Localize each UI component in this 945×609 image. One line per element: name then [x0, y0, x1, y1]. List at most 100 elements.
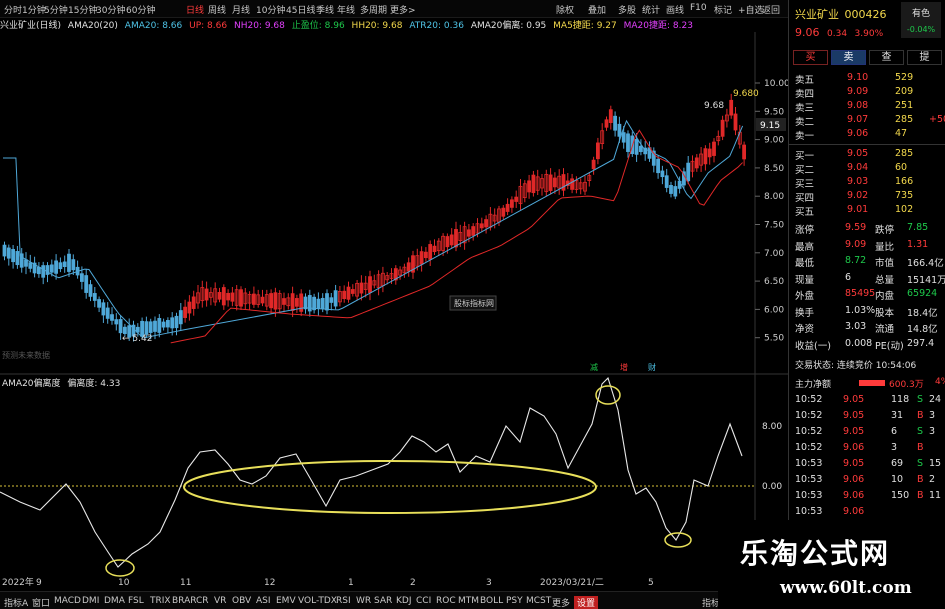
chart-area[interactable]: 10.009.509.008.508.007.507.006.506.005.5…	[0, 32, 788, 591]
indicator-tab[interactable]: RSI	[336, 596, 351, 606]
indicator-name-label[interactable]: AMA20偏离度	[2, 379, 61, 389]
toolbar-action[interactable]: 除权	[556, 3, 574, 16]
stat-row: 收益(一) 0.008 PE(动) 297.4	[795, 338, 942, 352]
indicator-tab[interactable]: MCST	[526, 596, 551, 606]
indicator-tab[interactable]: SAR	[374, 596, 392, 606]
price-tick: 8.00	[764, 192, 784, 202]
tick-row: 10:52 9.05 6 S 3	[795, 426, 942, 440]
period-tab[interactable]: 30分钟	[96, 3, 125, 16]
withdraw-button[interactable]: 提	[907, 50, 942, 65]
ask-row[interactable]: 卖五 9.10 529	[795, 72, 942, 86]
period-tab[interactable]: 45日线	[286, 3, 315, 16]
period-tab[interactable]: 15分钟	[68, 3, 97, 16]
indicator-tab[interactable]: 指标A	[4, 596, 28, 609]
bid-row[interactable]: 买二 9.04 60	[795, 162, 942, 176]
period-tab[interactable]: 周线	[208, 3, 226, 16]
indicator-tab[interactable]: BRAR	[172, 596, 196, 606]
stat-row: 现量 6 总量 15141万	[795, 272, 945, 286]
period-tab[interactable]: 1分钟	[22, 3, 46, 16]
indicator-tab[interactable]: DMI	[82, 596, 99, 606]
toolbar-action[interactable]: 画线	[666, 3, 684, 16]
period-tab[interactable]: 季线	[316, 3, 334, 16]
indicator-tab[interactable]: 更多	[552, 596, 570, 609]
stat-value: 166.4亿	[907, 258, 944, 269]
sector-badge[interactable]: 有色	[901, 6, 941, 19]
tick-price: 9.05	[843, 426, 865, 437]
indicator-tab[interactable]: CR	[196, 596, 209, 606]
indicator-tab[interactable]: VOL-TDX	[298, 596, 337, 606]
indicator-tab[interactable]: MTM	[458, 596, 479, 606]
stat-row: 换手 1.03% 股本 18.4亿	[795, 305, 942, 319]
level-label: 卖一	[795, 131, 815, 142]
price-tick: 7.50	[764, 221, 784, 231]
bid-row[interactable]: 买一 9.05 285	[795, 148, 942, 162]
stat-value: 1.03%	[845, 304, 876, 316]
toolbar-action[interactable]: 多股	[618, 3, 636, 16]
indicator-tab[interactable]: 窗口	[32, 596, 50, 609]
sell-button[interactable]: 卖	[831, 50, 866, 65]
period-tab[interactable]: 10分钟	[256, 3, 285, 16]
buy-button[interactable]: 买	[793, 50, 828, 65]
indicator-tab[interactable]: EMV	[276, 596, 296, 606]
tick-volume: 3	[891, 442, 898, 453]
stat-label: 净资	[795, 324, 815, 335]
indicator-tab[interactable]: OBV	[232, 596, 251, 606]
ask-row[interactable]: 卖二 9.07 285 +50	[795, 114, 945, 128]
bid-row[interactable]: 买三 9.03 166	[795, 176, 942, 190]
indicator-tab[interactable]: ASI	[256, 596, 271, 606]
period-tab[interactable]: 60分钟	[126, 3, 155, 16]
ask-row[interactable]: 卖三 9.08 251	[795, 100, 942, 114]
ask-row[interactable]: 卖一 9.06 47	[795, 128, 942, 142]
period-tab[interactable]: 多周期	[360, 3, 387, 16]
ask-row[interactable]: 卖四 9.09 209	[795, 86, 942, 100]
indicator-tab[interactable]: WR	[356, 596, 371, 606]
indicator-tab[interactable]: ROC	[436, 596, 456, 606]
tag-1: 减	[590, 362, 598, 372]
tick-list[interactable]: 10:52 9.05 118 S 24 10:52 9.05 31 B 3 10:52 9.05 6 S 3…	[789, 394, 945, 524]
x-tick: 11	[180, 578, 191, 588]
indicator-tab[interactable]: TRIX	[150, 596, 171, 606]
bid-row[interactable]: 买五 9.01 102	[795, 204, 942, 218]
level-label: 卖四	[795, 89, 815, 100]
future-note: 预测未来数据	[2, 350, 50, 360]
stat-label: 涨停	[795, 225, 815, 236]
indicator-tab[interactable]: BOLL	[480, 596, 503, 606]
stat-value: 9.59	[845, 222, 867, 233]
level-label: 卖二	[795, 117, 815, 128]
level-price: 9.04	[847, 162, 869, 173]
indicator-tab[interactable]: 设置	[574, 596, 599, 609]
period-tab[interactable]: 日线	[186, 3, 204, 16]
toolbar-action[interactable]: 叠加	[588, 3, 606, 16]
indicator-tab[interactable]: KDJ	[396, 596, 412, 606]
indicator-tab[interactable]: MACD	[54, 596, 81, 606]
query-button[interactable]: 查	[869, 50, 904, 65]
stat-label: 现量	[795, 274, 815, 286]
period-tab[interactable]: 分时	[4, 3, 22, 16]
flow-bar	[859, 380, 885, 386]
toolbar-action[interactable]: +自选	[738, 3, 764, 16]
stock-name: 兴业矿业	[795, 8, 839, 21]
indicator-tab[interactable]: VR	[214, 596, 226, 606]
period-tab[interactable]: 月线	[232, 3, 250, 16]
last-price: 9.06	[795, 26, 820, 39]
indicator-tab[interactable]: PSY	[506, 596, 523, 606]
toolbar-action[interactable]: F10	[690, 3, 707, 13]
bid-row[interactable]: 买四 9.02 735	[795, 190, 942, 204]
indicator-title: AMA20偏离度 偏离度: 4.33	[0, 376, 120, 389]
indicator-tab[interactable]: FSL	[128, 596, 144, 606]
level-volume: 47	[895, 128, 908, 139]
indicator-name[interactable]: AMA20(20)	[68, 21, 118, 31]
toolbar-action[interactable]: 标记	[714, 3, 732, 16]
indicator-tab[interactable]: CCI	[416, 596, 431, 606]
indicator-tab[interactable]: DMA	[104, 596, 125, 606]
toolbar-action[interactable]: 统计	[642, 3, 660, 16]
period-tab[interactable]: 5分钟	[44, 3, 68, 16]
toolbar-action[interactable]: 返回	[762, 3, 780, 16]
stats-table: 涨停 9.59 跌停 7.85 最高 9.09 量比 1.31 最低 8.72 市值 166.4亿 现量…	[789, 222, 945, 362]
x-tick: 10	[118, 578, 130, 588]
period-tab[interactable]: 年线	[337, 3, 355, 16]
tick-time: 10:53	[795, 506, 823, 517]
tick-time: 10:53	[795, 490, 823, 501]
level-volume: 251	[895, 100, 914, 111]
period-tab[interactable]: 更多>	[390, 3, 416, 16]
